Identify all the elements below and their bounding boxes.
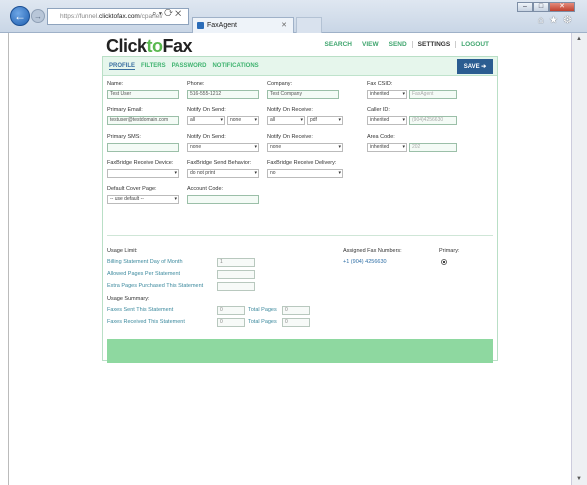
extra-pages-input[interactable] — [217, 282, 255, 291]
logo-to: to — [146, 36, 164, 56]
faxbridge-receive-delivery-label: FaxBridge Receive Delivery: — [267, 160, 337, 166]
nav-view[interactable]: VIEW — [357, 41, 384, 48]
address-domain: clicktofax.com — [99, 13, 140, 20]
area-code-input[interactable]: 202 — [409, 143, 457, 152]
forward-button[interactable]: → — [31, 9, 45, 23]
notify-receive-label: Notify On Receive: — [267, 107, 313, 113]
vertical-scrollbar[interactable]: ▲ ▼ — [571, 33, 587, 485]
browser-tab[interactable]: FaxAgent ✕ — [192, 17, 294, 33]
scroll-down-icon[interactable]: ▼ — [576, 476, 582, 482]
primary-heading: Primary: — [439, 248, 460, 254]
notify-send-select-b[interactable]: none — [227, 116, 259, 125]
usage-summary-heading: Usage Summary: — [107, 296, 150, 302]
nav-logout[interactable]: LOGOUT — [456, 41, 494, 48]
area-code-label: Area Code: — [367, 134, 395, 140]
billing-day-input[interactable]: 1 — [217, 258, 255, 267]
assigned-fax-numbers-heading: Assigned Fax Numbers: — [343, 248, 402, 254]
fax-csid-select[interactable]: inherited — [367, 90, 407, 99]
address-bar-icons[interactable]: ⌕ ▾ ⟳ ✕ — [152, 9, 181, 19]
phone-label: Phone: — [187, 81, 205, 87]
account-code-label: Account Code: — [187, 186, 224, 192]
tab-filters[interactable]: FILTERS — [141, 63, 166, 70]
tab-notifications[interactable]: NOTIFICATIONS — [212, 63, 258, 70]
primary-sms-label: Primary SMS: — [107, 134, 141, 140]
usage-limit-heading: Usage Limit: — [107, 248, 138, 254]
company-label: Company: — [267, 81, 293, 87]
caller-id-select[interactable]: inherited — [367, 116, 407, 125]
notify-receive2-label: Notify On Receive: — [267, 134, 313, 140]
faxbridge-receive-device-select[interactable] — [107, 169, 179, 178]
fax-csid-input[interactable]: FaxAgent — [409, 90, 457, 99]
tab-password[interactable]: PASSWORD — [172, 63, 207, 70]
top-navigation: SEARCH VIEW SEND SETTINGS LOGOUT — [320, 41, 494, 48]
faxbridge-send-behavior-select[interactable]: do not print — [187, 169, 259, 178]
notify-send-select-a[interactable]: all — [187, 116, 225, 125]
faxbridge-send-behavior-label: FaxBridge Send Behavior: — [187, 160, 252, 166]
window-close-button[interactable]: ✕ — [549, 2, 575, 12]
tab-title: FaxAgent — [207, 22, 237, 29]
total-pages-sent-input[interactable]: 0 — [282, 306, 310, 315]
primary-sms-input[interactable] — [107, 143, 179, 152]
browser-chrome: ← → https://funnel. clicktofax.com/cpanel… — [0, 0, 587, 33]
total-pages-sent-label: Total Pages — [248, 307, 277, 313]
logo-fax: Fax — [162, 36, 193, 56]
app-container: ClicktoFax SEARCH VIEW SEND SETTINGS LOG… — [96, 33, 500, 366]
extra-pages-label: Extra Pages Purchased This Statement — [107, 283, 204, 289]
back-button[interactable]: ← — [10, 6, 30, 26]
area-code-select[interactable]: inherited — [367, 143, 407, 152]
section-divider — [107, 235, 493, 236]
account-code-input[interactable] — [187, 195, 259, 204]
default-cover-page-label: Default Cover Page: — [107, 186, 157, 192]
tab-profile[interactable]: PROFILE — [109, 63, 136, 70]
notify-receive-select-a[interactable]: all — [267, 116, 305, 125]
default-cover-page-select[interactable]: -- use default -- — [107, 195, 179, 204]
total-pages-received-label: Total Pages — [248, 319, 277, 325]
notify-receive2-select[interactable]: none — [267, 143, 343, 152]
faxbridge-receive-delivery-select[interactable]: no — [267, 169, 343, 178]
billing-day-label: Billing Statement Day of Month — [107, 259, 183, 265]
page-favicon-icon — [197, 22, 204, 29]
allowed-pages-label: Allowed Pages Per Statement — [107, 271, 181, 277]
clicktofax-logo[interactable]: ClicktoFax — [106, 36, 193, 57]
primary-email-label: Primary Email: — [107, 107, 143, 113]
faxes-sent-label: Faxes Sent This Statement — [107, 307, 174, 313]
faxes-sent-input[interactable]: 0 — [217, 306, 245, 315]
nav-send[interactable]: SEND — [384, 41, 412, 48]
footer-bar — [107, 339, 493, 363]
browser-tools-icons[interactable]: ⌂★⚙ — [538, 15, 577, 26]
scroll-up-icon[interactable]: ▲ — [576, 36, 582, 42]
company-input[interactable]: Test Company — [267, 90, 339, 99]
faxes-received-input[interactable]: 0 — [217, 318, 245, 327]
maximize-button[interactable]: □ — [533, 2, 549, 12]
new-tab-button[interactable] — [296, 17, 322, 33]
name-input[interactable]: Test User — [107, 90, 179, 99]
assigned-fax-number[interactable]: +1 (904) 4256630 — [343, 259, 387, 265]
notify-send2-select[interactable]: none — [187, 143, 259, 152]
caller-id-input[interactable]: (904)4256630 — [409, 116, 457, 125]
nav-search[interactable]: SEARCH — [320, 41, 357, 48]
address-prefix: https://funnel. — [60, 13, 100, 20]
phone-input[interactable]: 516-555-1212 — [187, 90, 259, 99]
save-button[interactable]: SAVE ➔ — [457, 59, 493, 74]
notify-receive-select-b[interactable]: pdf — [307, 116, 343, 125]
page-viewport: ClicktoFax SEARCH VIEW SEND SETTINGS LOG… — [8, 33, 571, 485]
notify-send-label: Notify On Send: — [187, 107, 226, 113]
notify-send2-label: Notify On Send: — [187, 134, 226, 140]
nav-settings[interactable]: SETTINGS — [411, 41, 457, 48]
logo-click: Click — [106, 36, 147, 56]
minimize-button[interactable]: – — [517, 2, 533, 12]
fax-csid-label: Fax CSID: — [367, 81, 393, 87]
settings-subnav: PROFILE FILTERS PASSWORD NOTIFICATIONS S… — [103, 57, 497, 76]
total-pages-received-input[interactable]: 0 — [282, 318, 310, 327]
window-controls: – □ ✕ — [517, 2, 575, 12]
allowed-pages-input[interactable] — [217, 270, 255, 279]
primary-radio[interactable] — [441, 259, 447, 265]
primary-email-input[interactable]: testuser@testdomain.com — [107, 116, 179, 125]
caller-id-label: Caller ID: — [367, 107, 390, 113]
name-label: Name: — [107, 81, 124, 87]
tab-close-icon[interactable]: ✕ — [281, 21, 287, 29]
faxbridge-receive-device-label: FaxBridge Receive Device: — [107, 160, 174, 166]
faxes-received-label: Faxes Received This Statement — [107, 319, 185, 325]
settings-panel: PROFILE FILTERS PASSWORD NOTIFICATIONS S… — [102, 56, 498, 363]
